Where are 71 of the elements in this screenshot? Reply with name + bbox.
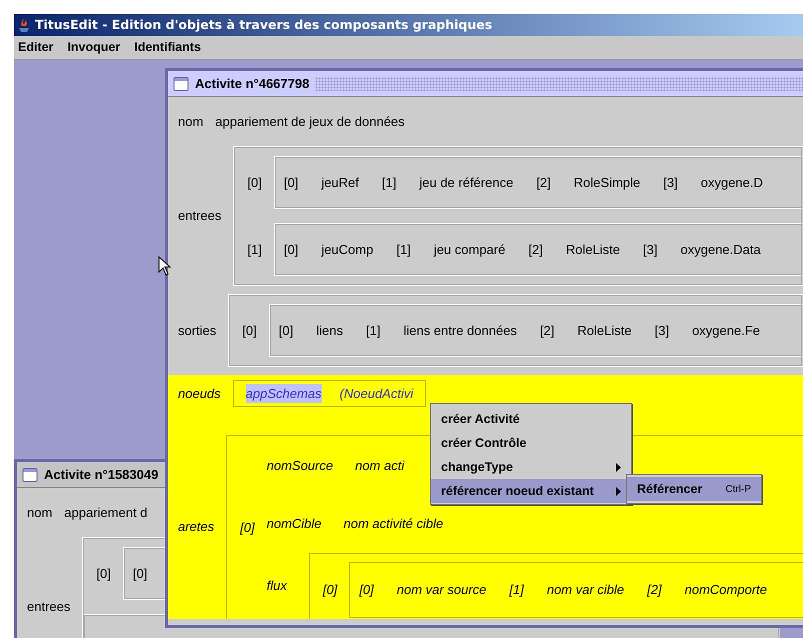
menu-item[interactable]: Identifiants bbox=[134, 38, 201, 57]
cell-text: nom var source bbox=[396, 581, 486, 600]
window-title-bar[interactable]: Activite n°4667798 bbox=[168, 71, 803, 97]
cell-text: [0] bbox=[284, 174, 298, 192]
cell-text: nomComporte bbox=[684, 581, 767, 600]
cell-text: [0] bbox=[278, 322, 294, 340]
field-label: nomSource bbox=[266, 456, 334, 474]
field-label: flux bbox=[266, 577, 288, 596]
submenu-arrow-icon bbox=[616, 486, 621, 496]
menu-item[interactable]: Editer bbox=[18, 38, 54, 57]
cell-text: oxygene.Data bbox=[680, 240, 761, 259]
cell-text: RoleListe bbox=[566, 240, 620, 259]
cell-text: [1] bbox=[509, 581, 524, 600]
field-label: aretes bbox=[178, 518, 216, 536]
menu-item[interactable]: Invoquer bbox=[67, 38, 120, 57]
menu-item[interactable]: Référencer Ctrl-P bbox=[627, 477, 761, 501]
shortcut-text: Ctrl-P bbox=[725, 482, 751, 496]
cell-text: jeuComp bbox=[321, 240, 374, 259]
row-index: [0] bbox=[246, 174, 263, 192]
node-name[interactable]: appSchemas bbox=[246, 384, 322, 404]
field-label: sorties bbox=[178, 322, 218, 340]
menu-item[interactable]: changeType bbox=[431, 455, 631, 479]
cell-text: [2] bbox=[540, 322, 554, 340]
row-index: [0] bbox=[322, 581, 338, 600]
cell-text: jeu comparé bbox=[434, 240, 506, 259]
window-title: Activite n°1583049 bbox=[44, 466, 158, 484]
cell-text: [0] bbox=[284, 240, 298, 259]
cell-text: [2] bbox=[647, 581, 662, 600]
cell-text: oxygene.Fe bbox=[692, 322, 760, 340]
field-label: entrees bbox=[27, 598, 72, 616]
field-label: nom bbox=[178, 112, 204, 131]
cell-text: [1] bbox=[382, 174, 396, 192]
cell-text: [3] bbox=[663, 174, 678, 192]
cell-text: [3] bbox=[654, 322, 670, 340]
menu-item[interactable]: créer Contrôle bbox=[431, 431, 631, 455]
field-value: appariement d bbox=[64, 504, 148, 522]
field-value: appariement de jeux de données bbox=[215, 112, 405, 131]
cell-text: [0] bbox=[359, 581, 374, 600]
cell-text: [2] bbox=[528, 240, 543, 259]
cell-text: [3] bbox=[643, 240, 658, 259]
cell-text: [2] bbox=[536, 174, 551, 192]
cell-text: liens bbox=[316, 322, 343, 340]
submenu-arrow-icon bbox=[616, 462, 621, 472]
app-title: TitusEdit - Edition d'objets à travers des composants graphiques bbox=[35, 16, 492, 34]
field-label: noeuds bbox=[178, 384, 222, 403]
node-type: (NoeudActivi bbox=[340, 384, 414, 403]
field-label: entrees bbox=[178, 207, 222, 226]
cell-text: oxygene.D bbox=[700, 174, 763, 192]
mouse-cursor-icon bbox=[158, 256, 171, 276]
menu-item[interactable]: créer Activité bbox=[431, 407, 631, 431]
field-label: nomCible bbox=[266, 515, 323, 533]
row-index: [0] bbox=[95, 564, 112, 583]
row-index: [0] bbox=[241, 322, 258, 340]
row-index: [1] bbox=[246, 240, 263, 259]
field-value: nom activité cible bbox=[344, 515, 444, 533]
cell-text: jeu de référence bbox=[419, 174, 514, 192]
window-title: Activite n°4667798 bbox=[195, 74, 310, 93]
window-icon bbox=[173, 76, 189, 92]
cell-text: liens entre données bbox=[403, 322, 517, 340]
cell-text: [0] bbox=[132, 564, 148, 583]
cell-text: jeuRef bbox=[321, 174, 359, 192]
field-label: nom bbox=[27, 504, 54, 522]
cell-text: [1] bbox=[396, 240, 411, 259]
app-icon bbox=[17, 18, 31, 32]
cell-text: RoleListe bbox=[577, 322, 632, 340]
field-value: nom acti bbox=[355, 456, 404, 474]
cell-text: RoleSimple bbox=[574, 174, 640, 192]
row-index: [0] bbox=[239, 518, 256, 537]
cell-text: nom var cible bbox=[546, 581, 624, 600]
cell-text: [1] bbox=[366, 322, 380, 340]
window-icon bbox=[22, 466, 38, 482]
